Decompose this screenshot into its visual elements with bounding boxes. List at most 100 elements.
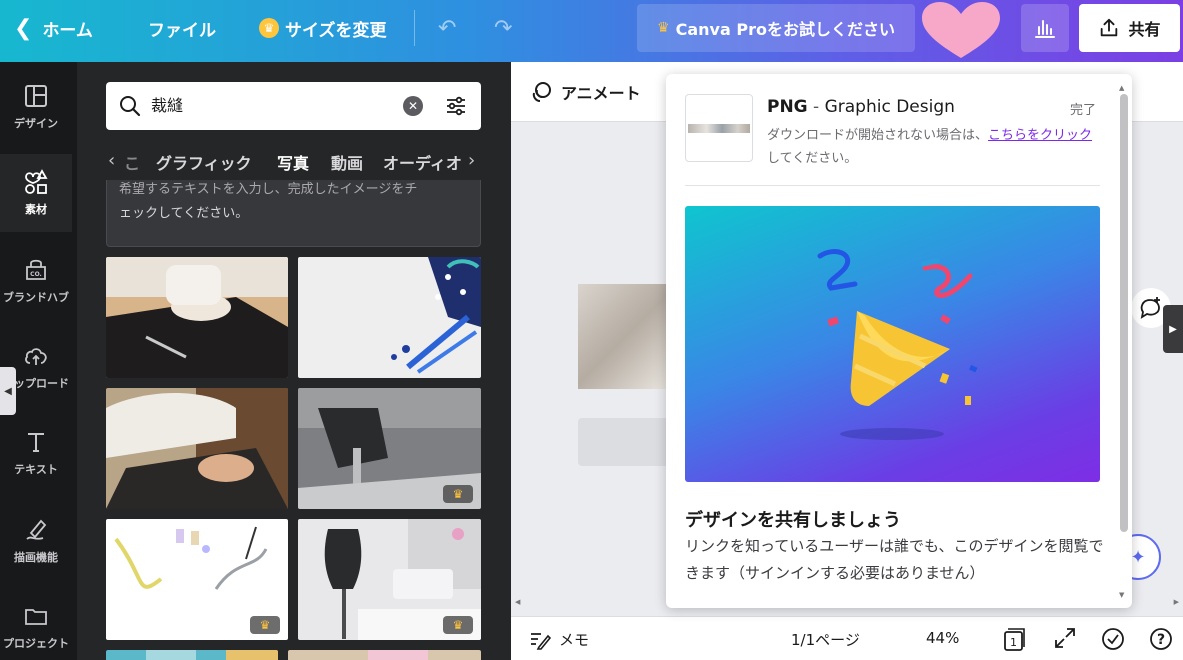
design-thumbnail xyxy=(685,94,753,162)
animate-label: アニメート xyxy=(561,84,641,103)
insights-button[interactable] xyxy=(1021,4,1069,52)
photo-tile[interactable] xyxy=(106,257,288,378)
tab-photos[interactable]: 写真 xyxy=(277,150,309,174)
retry-download-link[interactable]: こちらをクリック xyxy=(988,128,1092,143)
pro-crown-icon: ♛ xyxy=(443,485,473,503)
text-icon xyxy=(28,433,44,452)
resize-button[interactable]: ♛ サイズを変更 xyxy=(259,0,387,56)
try-pro-button[interactable]: ♛ Canva Proをお試しください xyxy=(637,4,915,52)
message-text: ダウンロードが開始されない場合は、 xyxy=(767,128,989,143)
heart-avatar-icon[interactable] xyxy=(918,0,1004,62)
tabs-prev-icon[interactable]: ‹ xyxy=(108,150,115,171)
home-button[interactable]: ❮ ホーム xyxy=(14,0,93,56)
tab-audio[interactable]: オーディオ xyxy=(383,150,461,174)
page-view-button[interactable]: 1 xyxy=(1001,626,1027,652)
file-title: PNG - Graphic Design xyxy=(767,97,955,117)
photo-tile[interactable] xyxy=(106,650,278,660)
check-button[interactable] xyxy=(1100,626,1126,652)
comment-plus-icon xyxy=(1140,297,1160,319)
home-label: ホーム xyxy=(42,20,93,41)
photo-sewing-machine-hands xyxy=(106,388,288,509)
sidebar-item-text[interactable]: テキスト xyxy=(0,414,72,492)
sidebar-collapse-button[interactable]: ◀ xyxy=(0,367,16,415)
chevron-left-icon: ❮ xyxy=(14,15,33,41)
animate-button[interactable]: アニメート xyxy=(529,80,641,104)
file-format: PNG xyxy=(767,97,808,117)
sparkle-icon: ✦ xyxy=(1130,546,1146,568)
toolbar-divider xyxy=(414,10,415,46)
sidebar-item-brand-hub[interactable]: CO. ブランドハブ xyxy=(0,242,72,320)
brand-hub-icon: CO. xyxy=(26,259,46,280)
left-sidebar: デザイン 素材 CO. ブランドハブ アップロード テキスト 描画機能 プロジェ… xyxy=(0,62,77,660)
file-menu-button[interactable]: ファイル xyxy=(148,0,216,56)
help-button[interactable]: ? xyxy=(1148,626,1174,652)
share-label: 共有 xyxy=(1128,20,1161,39)
page-indicator[interactable]: 1/1ページ xyxy=(791,629,860,650)
download-status: 完了 xyxy=(1070,103,1097,118)
svg-text:?: ? xyxy=(1157,632,1165,648)
crown-icon: ♛ xyxy=(259,18,279,38)
svg-text:CO.: CO. xyxy=(30,271,42,278)
info-message: 希望するテキストを入力し、完成したイメージをチ ェックしてください。 xyxy=(106,180,481,247)
undo-icon[interactable]: ↶ xyxy=(438,0,456,56)
info-line-2: ェックしてください。 xyxy=(119,206,249,221)
photo-tile[interactable]: ♛ xyxy=(298,519,481,640)
tab-partial[interactable]: こ xyxy=(124,150,140,174)
sidebar-item-label: 素材 xyxy=(25,203,47,216)
photo-tile[interactable]: ♛ xyxy=(106,519,288,640)
notes-button[interactable]: メモ xyxy=(529,629,589,650)
photo-sewing-supplies xyxy=(298,257,481,378)
sidebar-item-draw[interactable]: 描画機能 xyxy=(0,502,72,580)
clear-search-icon[interactable]: ✕ xyxy=(403,96,423,116)
right-panel-toggle[interactable]: ▶ xyxy=(1163,305,1183,353)
tabs-next-icon[interactable]: › xyxy=(468,150,475,171)
scroll-left-icon[interactable]: ◀ xyxy=(515,598,520,606)
sidebar-item-label: テキスト xyxy=(14,463,58,476)
download-message: ダウンロードが開始されない場合は、こちらをクリックしてください。 xyxy=(767,124,1097,170)
draw-icon xyxy=(26,519,47,540)
zoom-level[interactable]: 44% xyxy=(926,629,959,647)
elements-panel: 裁縫 ✕ ‹ こ グラフィック 写真 動画 オーディオ › 希望するテキストを入… xyxy=(77,62,511,660)
top-bar: ❮ ホーム ファイル ♛ サイズを変更 ↶ ↷ ♛ Canva Proをお試しく… xyxy=(0,0,1183,62)
page-count: 1 xyxy=(1010,636,1017,649)
photo-tile[interactable] xyxy=(106,388,288,509)
design-name: Graphic Design xyxy=(824,97,955,117)
sidebar-item-label: デザイン xyxy=(14,117,58,130)
scroll-down-icon[interactable]: ▼ xyxy=(1119,591,1124,599)
upload-share-icon xyxy=(1101,18,1118,37)
scroll-right-icon[interactable]: ▶ xyxy=(1174,598,1179,606)
add-page-placeholder[interactable] xyxy=(578,418,673,466)
search-input[interactable]: 裁縫 xyxy=(151,82,183,130)
sidebar-item-elements[interactable]: 素材 xyxy=(0,154,72,232)
share-description: リンクを知っているユーザーは誰でも、このデザインを閲覧できます（サインインする必… xyxy=(685,537,1104,582)
share-button[interactable]: 共有 xyxy=(1079,4,1180,52)
canvas-design-image[interactable] xyxy=(578,284,673,389)
fullscreen-button[interactable] xyxy=(1053,626,1077,650)
sidebar-item-label: ブランドハブ xyxy=(3,291,69,304)
popup-scrollbar[interactable]: ▲ ▼ xyxy=(1117,84,1129,599)
photo-tile[interactable] xyxy=(288,650,481,660)
tab-graphics[interactable]: グラフィック xyxy=(156,150,252,174)
redo-icon[interactable]: ↷ xyxy=(494,0,512,56)
scrollbar-thumb[interactable] xyxy=(1120,94,1128,532)
divider xyxy=(685,185,1100,186)
scroll-up-icon[interactable]: ▲ xyxy=(1119,84,1124,92)
filter-sliders-icon[interactable] xyxy=(444,94,468,118)
check-circle-icon xyxy=(1102,628,1124,650)
notes-label: メモ xyxy=(559,631,590,649)
bar-chart-icon xyxy=(1035,20,1055,38)
tab-videos[interactable]: 動画 xyxy=(331,150,363,174)
try-pro-label: Canva Proをお試しください xyxy=(675,20,895,39)
celebration-banner xyxy=(685,206,1100,482)
search-box[interactable]: 裁縫 ✕ xyxy=(106,82,481,130)
photo-tile[interactable]: ♛ xyxy=(298,388,481,509)
bottom-bar: メモ 1/1ページ 44% 1 ? xyxy=(511,616,1183,660)
sidebar-item-projects[interactable]: プロジェクト xyxy=(0,588,72,660)
search-icon xyxy=(120,96,141,117)
sidebar-item-design[interactable]: デザイン xyxy=(0,68,72,146)
thumbnail-preview xyxy=(688,124,750,133)
folder-icon xyxy=(25,609,47,625)
pro-crown-icon: ♛ xyxy=(250,616,280,634)
photo-tile[interactable] xyxy=(298,257,481,378)
sidebar-item-label: 描画機能 xyxy=(14,551,58,564)
